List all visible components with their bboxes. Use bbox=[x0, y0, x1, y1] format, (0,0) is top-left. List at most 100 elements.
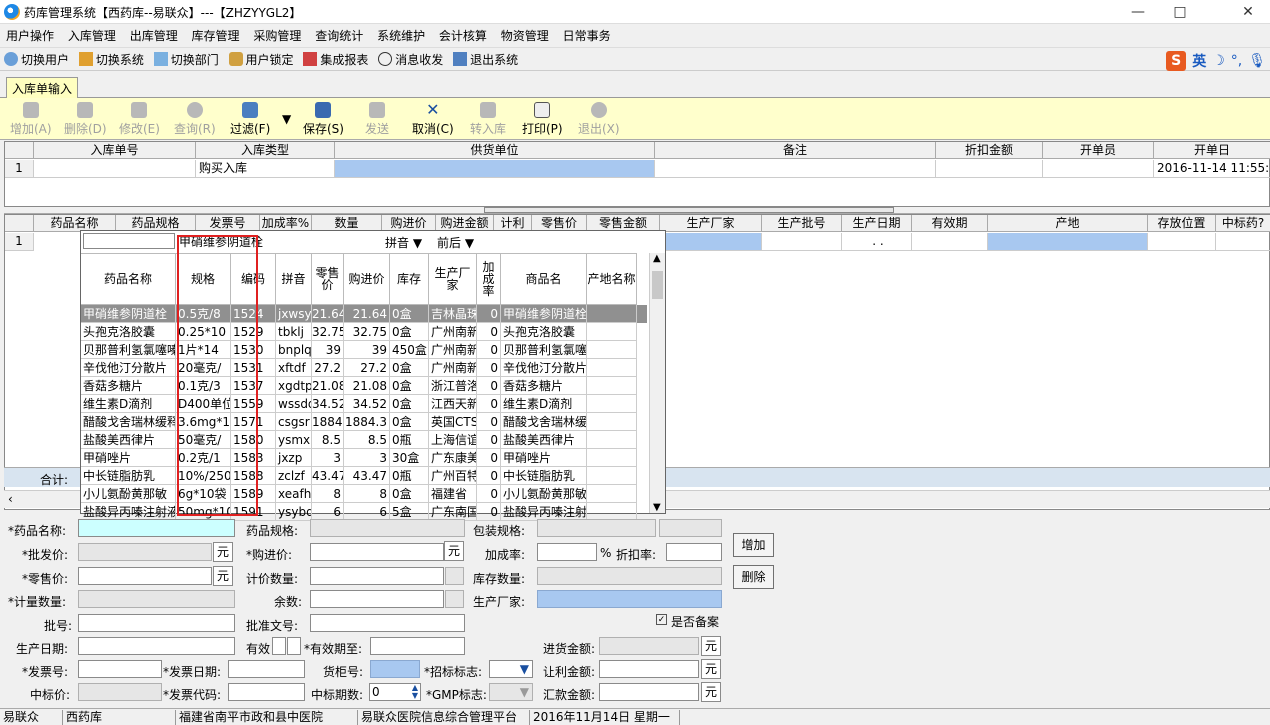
popup-row[interactable]: 小儿氨酚黄那敏 6g*10袋 1589 xeafh 8 8 0盒 福建省 0 小儿氨酚黄那敏 bbox=[81, 485, 647, 503]
validity-input-a[interactable] bbox=[272, 637, 286, 655]
popup-col-manufacturer[interactable]: 生产厂家 bbox=[429, 253, 477, 305]
popup-col-retail-price[interactable]: 零售价 bbox=[312, 253, 344, 305]
menu-stock-in[interactable]: 入库管理 bbox=[62, 24, 120, 46]
popup-col-purchase-price[interactable]: 购进价 bbox=[344, 253, 390, 305]
valid-until-input[interactable] bbox=[370, 637, 465, 655]
remainder-input[interactable] bbox=[310, 590, 444, 608]
close-button[interactable]: ✕ bbox=[1236, 2, 1260, 22]
bid-flag-select[interactable]: ▼ bbox=[489, 660, 533, 678]
approval-input[interactable] bbox=[310, 614, 465, 632]
bid-price-input[interactable] bbox=[78, 683, 162, 701]
operator-cell[interactable] bbox=[1043, 160, 1154, 178]
bid-period-spin-icon[interactable]: ▲ ▼ bbox=[412, 684, 418, 700]
supplier-cell[interactable] bbox=[335, 160, 655, 178]
stock-qty-input[interactable] bbox=[537, 567, 722, 585]
receipt-no-cell[interactable] bbox=[34, 160, 196, 178]
popup-col-pinyin[interactable]: 拼音 bbox=[276, 253, 312, 305]
gmp-flag-select[interactable]: ▼ bbox=[489, 683, 533, 701]
pack-unit-input[interactable] bbox=[659, 519, 722, 537]
menu-inventory[interactable]: 库存管理 bbox=[186, 24, 244, 46]
filter-dropdown-arrow[interactable]: ▼ bbox=[282, 112, 291, 126]
print-action-button[interactable]: 打印(P) bbox=[522, 102, 563, 137]
popup-row[interactable]: 贝那普利氢氯噻嗪 1片*14 1530 bnplq 39 39 450盒 广州南新 0 贝那普利氢… bbox=[81, 341, 647, 359]
exit-system-button[interactable]: 退出系统 bbox=[453, 48, 518, 70]
menu-accounting[interactable]: 会计核算 bbox=[433, 24, 491, 46]
discount-rate-input[interactable] bbox=[666, 543, 722, 561]
receipt-type-cell[interactable]: 购买入库 bbox=[196, 160, 335, 178]
invoice-no-input[interactable] bbox=[78, 660, 162, 678]
markup-input[interactable] bbox=[537, 543, 597, 561]
prod-date-cell[interactable]: . . bbox=[842, 233, 912, 251]
scroll-left-icon[interactable]: ‹ bbox=[8, 492, 13, 506]
scroll-up-icon[interactable]: ▲ bbox=[653, 253, 661, 264]
popup-col-drug-name[interactable]: 药品名称 bbox=[81, 253, 176, 305]
origin-cell[interactable] bbox=[988, 233, 1148, 251]
minimize-button[interactable]: — bbox=[1126, 2, 1150, 22]
popup-col-stock[interactable]: 库存 bbox=[390, 253, 429, 305]
validity-input-b[interactable] bbox=[287, 637, 301, 655]
switch-system-button[interactable]: 切换系统 bbox=[78, 48, 144, 70]
menu-daily[interactable]: 日常事务 bbox=[557, 24, 615, 46]
popup-col-origin[interactable]: 产地名称 bbox=[587, 253, 637, 305]
delete-action-button[interactable]: 删除(D) bbox=[64, 102, 107, 137]
popup-col-markup[interactable]: 加成率 bbox=[477, 253, 501, 305]
popup-row[interactable]: 头孢克洛胶囊 0.25*10 1529 tbklj 32.75 32.75 0盒 广州南新 0 头… bbox=[81, 323, 647, 341]
pack-spec-input[interactable] bbox=[537, 519, 656, 537]
add-button[interactable]: 增加 bbox=[733, 533, 774, 557]
popup-row[interactable]: 盐酸美西律片 50毫克/1580 ysmxl 8.5 8.5 0瓶 上海信谊 0 盐酸美西律片 bbox=[81, 431, 647, 449]
scroll-thumb[interactable] bbox=[652, 271, 663, 299]
storage-cell[interactable] bbox=[1148, 233, 1216, 251]
popup-col-spec[interactable]: 规格 bbox=[176, 253, 231, 305]
invoice-code-input[interactable] bbox=[228, 683, 305, 701]
filter-action-button[interactable]: 过滤(F) bbox=[230, 102, 270, 137]
cabinet-input[interactable] bbox=[370, 660, 420, 678]
switch-user-button[interactable]: 切换用户 bbox=[4, 48, 69, 70]
registered-checkbox[interactable]: ✓ bbox=[656, 614, 667, 625]
cancel-action-button[interactable]: ✕ 取消(C) bbox=[412, 102, 454, 137]
prod-date-input[interactable] bbox=[78, 637, 235, 655]
bid-period-input[interactable]: 0 ▲ ▼ bbox=[369, 683, 421, 701]
add-action-button[interactable]: 增加(A) bbox=[10, 102, 52, 137]
maximize-button[interactable]: □ bbox=[1168, 2, 1192, 22]
save-action-button[interactable]: 保存(S) bbox=[303, 102, 344, 137]
popup-row[interactable]: 中长链脂肪乳 10%/250 1588 zclzf 43.47 43.47 0瓶 广州百特 0 中… bbox=[81, 467, 647, 485]
measure-qty-input[interactable] bbox=[78, 590, 235, 608]
menu-system[interactable]: 系统维护 bbox=[371, 24, 429, 46]
exit-action-button[interactable]: 退出(X) bbox=[578, 102, 620, 137]
reports-button[interactable]: 集成报表 bbox=[303, 48, 368, 70]
menu-purchase[interactable]: 采购管理 bbox=[247, 24, 305, 46]
batch-input[interactable] bbox=[78, 614, 235, 632]
transfer-action-button[interactable]: 转入库 bbox=[470, 102, 506, 137]
purchase-price-input[interactable] bbox=[310, 543, 444, 561]
popup-row[interactable]: 维生素D滴剂 D400单位 1559 wssdd 34.52 34.52 0盒 江西天新 0 维生… bbox=[81, 395, 647, 413]
menu-materials[interactable]: 物资管理 bbox=[495, 24, 553, 46]
query-action-button[interactable]: 查询(R) bbox=[174, 102, 216, 137]
batch-cell[interactable] bbox=[762, 233, 842, 251]
wholesale-input[interactable] bbox=[78, 543, 212, 561]
drug-name-input[interactable] bbox=[78, 519, 235, 537]
discount-cell[interactable] bbox=[936, 160, 1043, 178]
edit-action-button[interactable]: 修改(E) bbox=[119, 102, 160, 137]
search-mode-select[interactable]: 拼音 ▼ bbox=[385, 234, 422, 251]
menu-query-stats[interactable]: 查询统计 bbox=[309, 24, 367, 46]
drug-search-input[interactable] bbox=[83, 233, 175, 249]
popup-col-code[interactable]: 编码 bbox=[231, 253, 276, 305]
popup-row[interactable]: 香菇多糖片 0.1克/3 1537 xgdtp 21.08 21.08 0盒 浙江普洛 0 香菇多… bbox=[81, 377, 647, 395]
popup-row[interactable]: 醋酸戈舍瑞林缓释3.6mg*11571csgsr1884.31884.30盒英国… bbox=[81, 413, 647, 431]
messages-button[interactable]: 消息收发 bbox=[378, 48, 443, 70]
profit-amount-input[interactable] bbox=[599, 660, 699, 678]
scroll-down-icon[interactable]: ▼ bbox=[653, 502, 661, 513]
count-qty-input[interactable] bbox=[310, 567, 444, 585]
retail-price-input[interactable] bbox=[78, 567, 212, 585]
spec-input[interactable] bbox=[310, 519, 465, 537]
send-action-button[interactable]: 发送 bbox=[365, 102, 389, 137]
date-cell[interactable]: 2016-11-14 11:55: bbox=[1154, 160, 1270, 178]
remark-cell[interactable] bbox=[655, 160, 936, 178]
lock-user-button[interactable]: 用户锁定 bbox=[228, 48, 294, 70]
invoice-date-input[interactable] bbox=[228, 660, 305, 678]
bid-cell[interactable] bbox=[1216, 233, 1270, 251]
switch-department-button[interactable]: 切换部门 bbox=[153, 48, 219, 70]
splitter-grip[interactable] bbox=[484, 207, 894, 213]
menu-user-ops[interactable]: 用户操作 bbox=[0, 24, 58, 46]
validity-cell[interactable] bbox=[912, 233, 988, 251]
